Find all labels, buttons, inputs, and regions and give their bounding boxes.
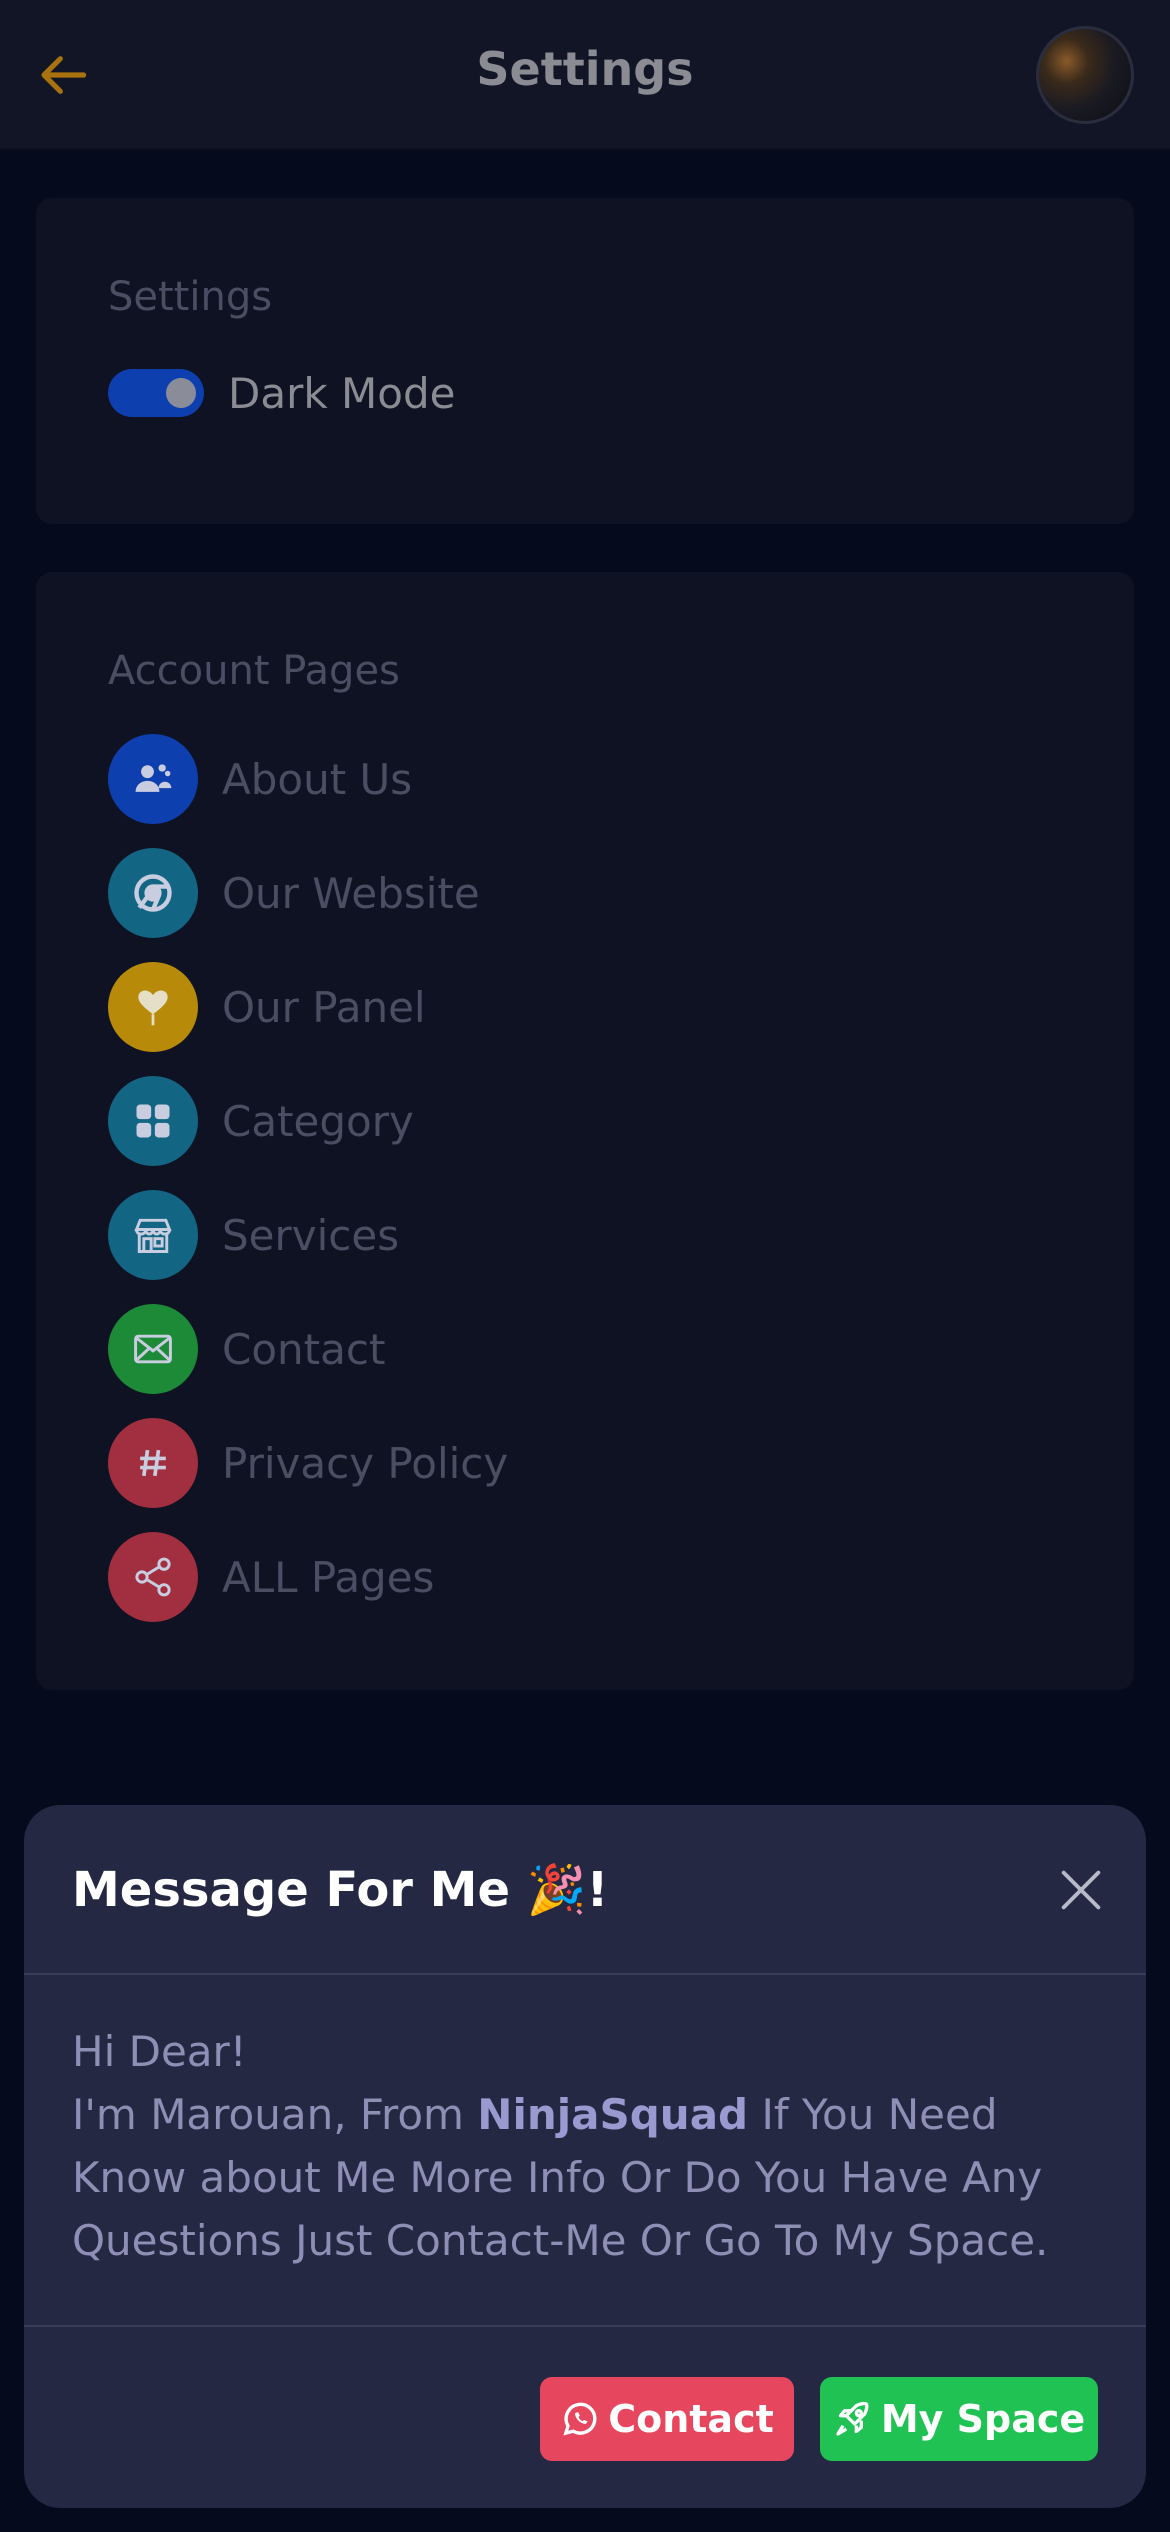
modal-header: Message For Me 🎉! [24, 1805, 1146, 1975]
page-item-all-pages[interactable]: ALL Pages [108, 1520, 1008, 1634]
envelope-icon [108, 1304, 198, 1394]
page-label: ALL Pages [222, 1552, 435, 1602]
page-label: Services [222, 1210, 400, 1260]
shop-icon [108, 1190, 198, 1280]
page-label: About Us [222, 754, 413, 804]
top-bar: Settings [0, 0, 1170, 150]
contact-button-label: Contact [608, 2397, 774, 2441]
modal-text: I'm Marouan, From NinjaSquad If You Need… [72, 2083, 1112, 2272]
account-pages-list: About Us Our Website Our Panel Category [108, 722, 1008, 1634]
modal-footer: Contact My Space [24, 2325, 1146, 2508]
page-label: Category [222, 1096, 414, 1146]
page-label: Privacy Policy [222, 1438, 509, 1488]
message-modal: Message For Me 🎉! Hi Dear! I'm Marouan, … [24, 1805, 1146, 2508]
page-label: Contact [222, 1324, 386, 1374]
whatsapp-icon [563, 2402, 597, 2436]
close-icon [1061, 1870, 1101, 1910]
page-item-category[interactable]: Category [108, 1064, 1008, 1178]
page-item-about-us[interactable]: About Us [108, 722, 1008, 836]
dark-mode-toggle[interactable] [108, 369, 204, 417]
brand-name: NinjaSquad [477, 2090, 749, 2139]
dark-mode-row[interactable]: Dark Mode [108, 363, 455, 423]
settings-heading: Settings [108, 274, 273, 320]
settings-screen: Settings Settings Dark Mode Account Page… [0, 0, 1170, 2532]
page-item-contact[interactable]: Contact [108, 1292, 1008, 1406]
contact-button[interactable]: Contact [540, 2377, 794, 2461]
grid-icon [108, 1076, 198, 1166]
page-label: Our Panel [222, 982, 426, 1032]
my-space-button-label: My Space [880, 2397, 1086, 2441]
close-button[interactable] [1046, 1855, 1116, 1925]
heart-balloon-icon [108, 962, 198, 1052]
page-label: Our Website [222, 868, 480, 918]
share-icon [108, 1532, 198, 1622]
avatar[interactable] [1036, 26, 1134, 124]
modal-title: Message For Me 🎉! [72, 1862, 609, 1918]
chrome-icon [108, 848, 198, 938]
modal-message: Hi Dear! I'm Marouan, From NinjaSquad If… [72, 2020, 1112, 2272]
my-space-button[interactable]: My Space [820, 2377, 1098, 2461]
page-item-privacy-policy[interactable]: Privacy Policy [108, 1406, 1008, 1520]
modal-greeting: Hi Dear! [72, 2027, 247, 2076]
toggle-knob [166, 378, 196, 408]
hash-icon [108, 1418, 198, 1508]
settings-card: Settings Dark Mode [36, 198, 1134, 524]
page-item-our-panel[interactable]: Our Panel [108, 950, 1008, 1064]
account-pages-card: Account Pages About Us Our Website Our P… [36, 572, 1134, 1690]
rocket-icon [836, 2401, 869, 2436]
dark-mode-label: Dark Mode [228, 368, 456, 418]
users-icon [108, 734, 198, 824]
page-item-services[interactable]: Services [108, 1178, 1008, 1292]
page-item-our-website[interactable]: Our Website [108, 836, 1008, 950]
account-pages-heading: Account Pages [108, 648, 400, 694]
page-title: Settings [476, 42, 694, 96]
modal-text-prefix: I'm Marouan, From [72, 2090, 478, 2139]
